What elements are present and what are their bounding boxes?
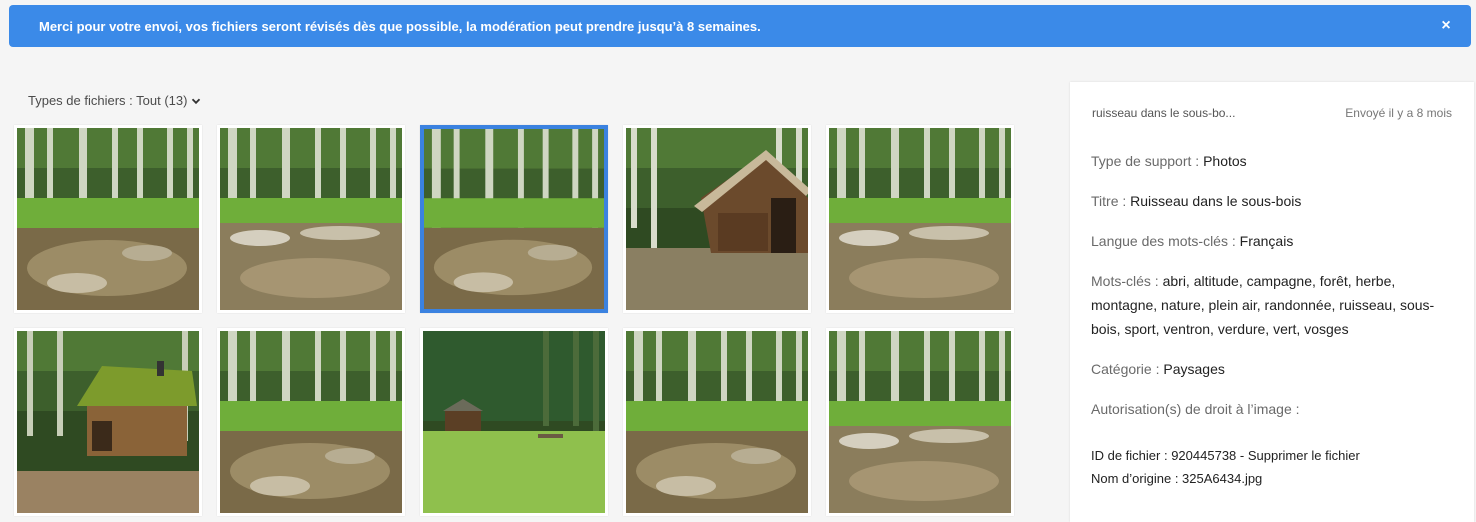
thumbnail-image [423, 331, 605, 513]
image-rights-label: Autorisation(s) de droit à l’image : [1091, 401, 1300, 417]
chevron-down-icon [192, 98, 201, 104]
keyword-language-row: Langue des mots-clés : Français [1091, 229, 1456, 253]
file-short-name: ruisseau dans le sous-bo... [1092, 106, 1236, 120]
thumbnail-image [220, 331, 402, 513]
thumbnail-image [829, 331, 1011, 513]
thumbnail-image [424, 129, 604, 309]
original-name-row: Nom d’origine : 325A6434.jpg [1091, 471, 1262, 486]
support-type-label: Type de support : [1091, 153, 1204, 169]
keyword-language-value: Français [1239, 233, 1294, 249]
keywords-row: Mots-clés : abri, altitude, campagne, fo… [1091, 269, 1456, 341]
keyword-language-label: Langue des mots-clés : [1091, 233, 1240, 249]
file-type-filter[interactable]: Types de fichiers : Tout (13) [28, 93, 201, 108]
thumbnail[interactable] [217, 328, 405, 516]
category-label: Catégorie : [1091, 361, 1164, 377]
support-type-row: Type de support : Photos [1091, 149, 1456, 173]
file-id-label: ID de fichier : [1091, 448, 1172, 463]
title-label: Titre : [1091, 193, 1131, 209]
thumbnail[interactable] [217, 125, 405, 313]
sent-time: Envoyé il y a 8 mois [1345, 106, 1452, 120]
notification-message: Merci pour votre envoi, vos fichiers ser… [39, 18, 761, 34]
support-type-value: Photos [1203, 153, 1247, 169]
thumbnail-image [626, 331, 808, 513]
keywords-label: Mots-clés : [1091, 273, 1163, 289]
original-name-value: 325A6434.jpg [1182, 471, 1263, 486]
file-id-value: 920445738 [1171, 448, 1237, 463]
thumbnail[interactable] [826, 328, 1014, 516]
title-row: Titre : Ruisseau dans le sous-bois [1091, 189, 1456, 213]
notification-banner: Merci pour votre envoi, vos fichiers ser… [9, 5, 1471, 47]
category-value: Paysages [1163, 361, 1225, 377]
thumbnail-image [829, 128, 1011, 310]
thumbnail[interactable] [623, 328, 811, 516]
close-icon[interactable]: × [1437, 17, 1455, 35]
panel-header: ruisseau dans le sous-bo... Envoyé il y … [1092, 106, 1452, 120]
category-row: Catégorie : Paysages [1091, 357, 1456, 381]
title-value: Ruisseau dans le sous-bois [1130, 193, 1302, 209]
thumbnail[interactable] [14, 328, 202, 516]
thumbnail-image [17, 331, 199, 513]
thumbnail-image [220, 128, 402, 310]
thumbnail[interactable] [14, 125, 202, 313]
image-rights-row: Autorisation(s) de droit à l’image : [1091, 397, 1456, 421]
thumbnail-image [17, 128, 199, 310]
thumbnail[interactable] [420, 125, 608, 313]
original-name-label: Nom d’origine : [1091, 471, 1183, 486]
file-type-filter-label: Types de fichiers : Tout (13) [28, 93, 188, 108]
thumbnail[interactable] [420, 328, 608, 516]
thumbnail-image [626, 128, 808, 310]
thumbnail[interactable] [826, 125, 1014, 313]
separator: - [1236, 448, 1248, 463]
thumbnail[interactable] [623, 125, 811, 313]
file-details-panel: ruisseau dans le sous-bo... Envoyé il y … [1070, 82, 1474, 522]
delete-file-link[interactable]: Supprimer le fichier [1248, 448, 1360, 463]
file-id-row: ID de fichier : 920445738 - Supprimer le… [1091, 448, 1360, 463]
